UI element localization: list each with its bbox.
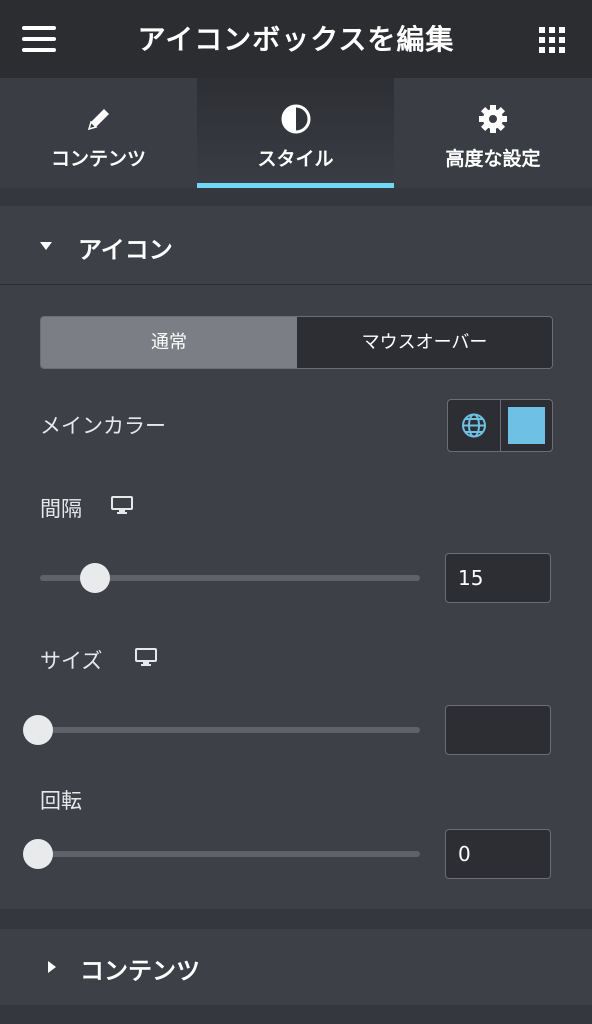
pencil-icon — [84, 104, 114, 138]
section-icon-header[interactable]: アイコン — [0, 206, 592, 285]
state-toggle: 通常 マウスオーバー — [40, 316, 553, 369]
tab-advanced-label: 高度な設定 — [445, 148, 541, 170]
globe-icon[interactable] — [448, 400, 500, 451]
spacing-slider-handle[interactable] — [80, 563, 111, 593]
size-slider-track[interactable] — [40, 727, 420, 733]
apps-grid-icon[interactable] — [539, 27, 565, 53]
section-content-header[interactable]: コンテンツ — [0, 929, 592, 1005]
color-picker — [447, 399, 553, 452]
tab-advanced[interactable]: 高度な設定 — [394, 78, 592, 188]
gear-icon — [478, 104, 508, 138]
desktop-monitor-icon[interactable] — [111, 496, 133, 514]
tab-content[interactable]: コンテンツ — [0, 78, 197, 188]
rotate-input[interactable] — [445, 829, 551, 879]
section-separator — [0, 909, 592, 929]
rotate-label: 回転 — [40, 789, 82, 813]
page-title: アイコンボックスを編集 — [137, 23, 455, 56]
spacing-input[interactable] — [445, 553, 551, 603]
section-content-title: コンテンツ — [80, 957, 200, 985]
main-color-label: メインカラー — [40, 414, 166, 438]
spacing-label: 間隔 — [40, 497, 82, 521]
rotate-slider-track[interactable] — [40, 851, 420, 857]
color-swatch[interactable] — [508, 407, 545, 444]
desktop-monitor-icon[interactable] — [135, 648, 157, 666]
size-input[interactable] — [445, 705, 551, 755]
caret-down-icon — [40, 242, 52, 250]
section-icon-body: 通常 マウスオーバー メインカラー 間隔 サイズ 回転 — [0, 285, 592, 909]
active-tab-indicator — [197, 183, 394, 188]
rotate-slider-handle[interactable] — [23, 839, 53, 869]
section-icon-title: アイコン — [78, 236, 173, 264]
caret-right-icon — [48, 961, 56, 973]
size-label: サイズ — [40, 649, 103, 673]
tab-style-label: スタイル — [257, 148, 334, 170]
tab-content-label: コンテンツ — [50, 148, 146, 170]
top-bar: アイコンボックスを編集 — [0, 0, 592, 78]
tab-style[interactable]: スタイル — [197, 78, 394, 188]
hamburger-menu-icon[interactable] — [22, 26, 56, 52]
editor-tabs: コンテンツ スタイル 高度な設定 — [0, 78, 592, 188]
color-picker-divider — [500, 400, 501, 451]
state-normal-button[interactable]: 通常 — [41, 317, 297, 368]
contrast-icon — [281, 104, 311, 138]
state-hover-button[interactable]: マウスオーバー — [297, 317, 552, 368]
size-slider-handle[interactable] — [23, 715, 53, 745]
